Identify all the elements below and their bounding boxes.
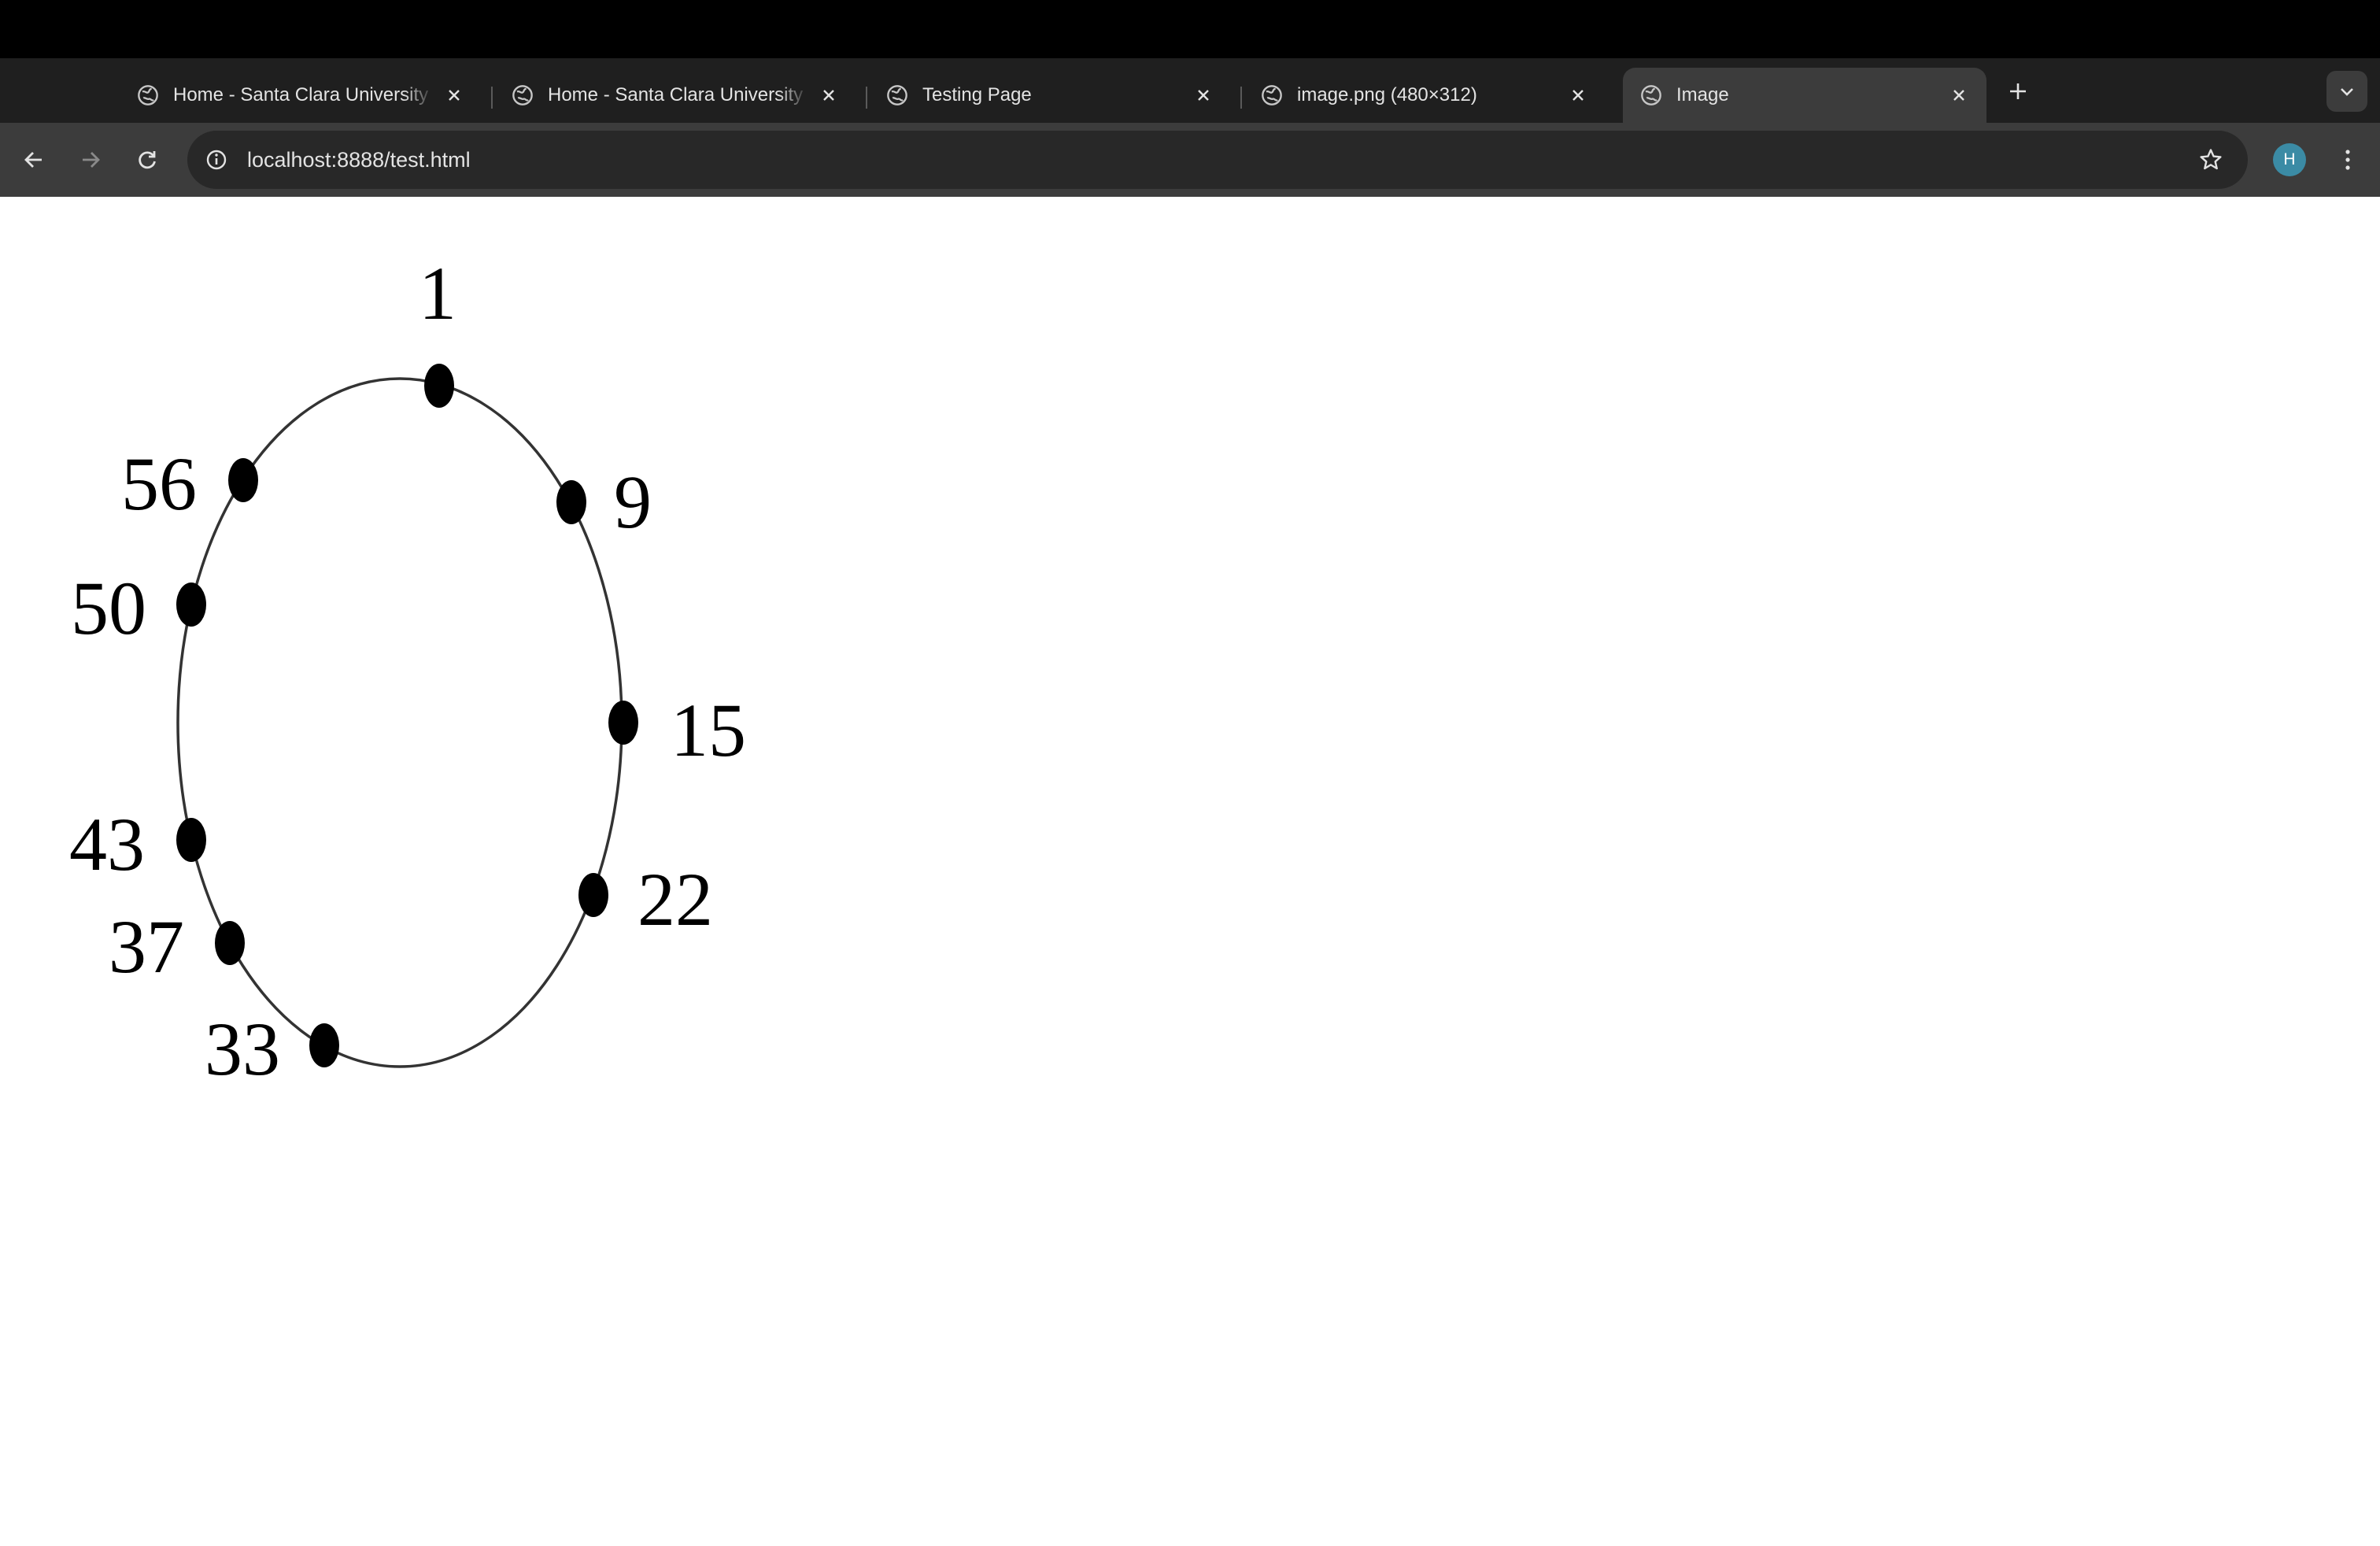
globe-icon xyxy=(512,85,533,105)
ring-node-9: 9 xyxy=(556,460,652,544)
ring-node-37: 37 xyxy=(109,904,245,989)
globe-icon xyxy=(887,85,907,105)
tab-image-active[interactable]: Image xyxy=(1623,68,1986,123)
bookmark-star-icon[interactable] xyxy=(2194,143,2227,176)
tab-separator xyxy=(491,87,493,109)
back-button[interactable] xyxy=(14,140,54,179)
node-label-56: 56 xyxy=(121,442,197,526)
close-tab-icon[interactable] xyxy=(1565,82,1591,109)
node-dot xyxy=(578,873,608,917)
node-label-43: 43 xyxy=(69,802,145,886)
plus-icon xyxy=(2010,83,2026,99)
address-bar[interactable]: localhost:8888/test.html xyxy=(187,131,2248,189)
tab-image-png[interactable]: image.png (480×312) xyxy=(1244,68,1606,123)
chevron-down-icon xyxy=(2341,88,2353,96)
ring-node-33: 33 xyxy=(205,1007,339,1091)
globe-icon xyxy=(1641,85,1661,105)
node-label-15: 15 xyxy=(671,688,746,772)
os-menu-bar xyxy=(0,0,2380,58)
node-label-33: 33 xyxy=(205,1007,280,1091)
browser-window: Home - Santa Clara University Home - San… xyxy=(0,0,2380,1546)
tab-separator xyxy=(866,87,867,109)
toolbar: localhost:8888/test.html H xyxy=(0,123,2380,197)
node-dot xyxy=(228,458,258,502)
ring-node-1: 1 xyxy=(419,251,456,408)
node-dot xyxy=(309,1023,339,1067)
node-label-9: 9 xyxy=(614,460,652,544)
node-dot xyxy=(176,818,206,862)
ring-node-56: 56 xyxy=(121,442,258,526)
vertical-dots-icon xyxy=(2345,150,2350,170)
node-dot xyxy=(556,480,586,524)
close-tab-icon[interactable] xyxy=(1946,82,1972,109)
site-info-icon[interactable] xyxy=(201,145,231,175)
close-tab-icon[interactable] xyxy=(815,82,842,109)
tab-title: image.png (480×312) xyxy=(1297,84,1477,105)
arrow-left-icon xyxy=(24,152,42,168)
tab-search-button[interactable] xyxy=(2326,71,2367,112)
reload-icon xyxy=(139,151,156,169)
arrow-right-icon xyxy=(83,152,100,168)
node-label-50: 50 xyxy=(71,566,146,650)
node-dot xyxy=(424,364,454,408)
node-label-1: 1 xyxy=(419,251,456,335)
tab-home-santa-clara-2[interactable]: Home - Santa Clara University xyxy=(494,68,856,123)
globe-icon xyxy=(1262,85,1282,105)
browser-menu-button[interactable] xyxy=(2328,140,2367,179)
profile-avatar[interactable]: H xyxy=(2273,143,2306,176)
tab-title: Home - Santa Clara University xyxy=(173,84,429,105)
node-label-37: 37 xyxy=(109,904,184,989)
node-dot xyxy=(176,583,206,627)
globe-icon xyxy=(138,85,158,105)
close-tab-icon[interactable] xyxy=(1190,82,1217,109)
forward-button[interactable] xyxy=(71,140,110,179)
ring-node-22: 22 xyxy=(578,857,713,941)
reload-button[interactable] xyxy=(128,140,167,179)
url-text[interactable]: localhost:8888/test.html xyxy=(247,131,471,189)
ring-node-15: 15 xyxy=(608,688,746,772)
tab-separator xyxy=(1240,87,1242,109)
page-content: 1 9 15 22 33 37 43 50 56 xyxy=(0,197,2380,1546)
new-tab-button[interactable] xyxy=(1999,72,2037,110)
close-tab-icon[interactable] xyxy=(441,82,468,109)
tab-title: Home - Santa Clara University xyxy=(548,84,804,105)
node-dot xyxy=(608,701,638,745)
tab-testing-page[interactable]: Testing Page xyxy=(869,68,1231,123)
node-dot xyxy=(215,921,245,965)
tab-title: Testing Page xyxy=(922,84,1032,105)
tab-title: Image xyxy=(1676,84,1729,105)
node-label-22: 22 xyxy=(638,857,713,941)
circle-diagram: 1 9 15 22 33 37 43 50 56 xyxy=(69,251,746,1091)
tab-home-santa-clara-1[interactable]: Home - Santa Clara University xyxy=(120,68,482,123)
